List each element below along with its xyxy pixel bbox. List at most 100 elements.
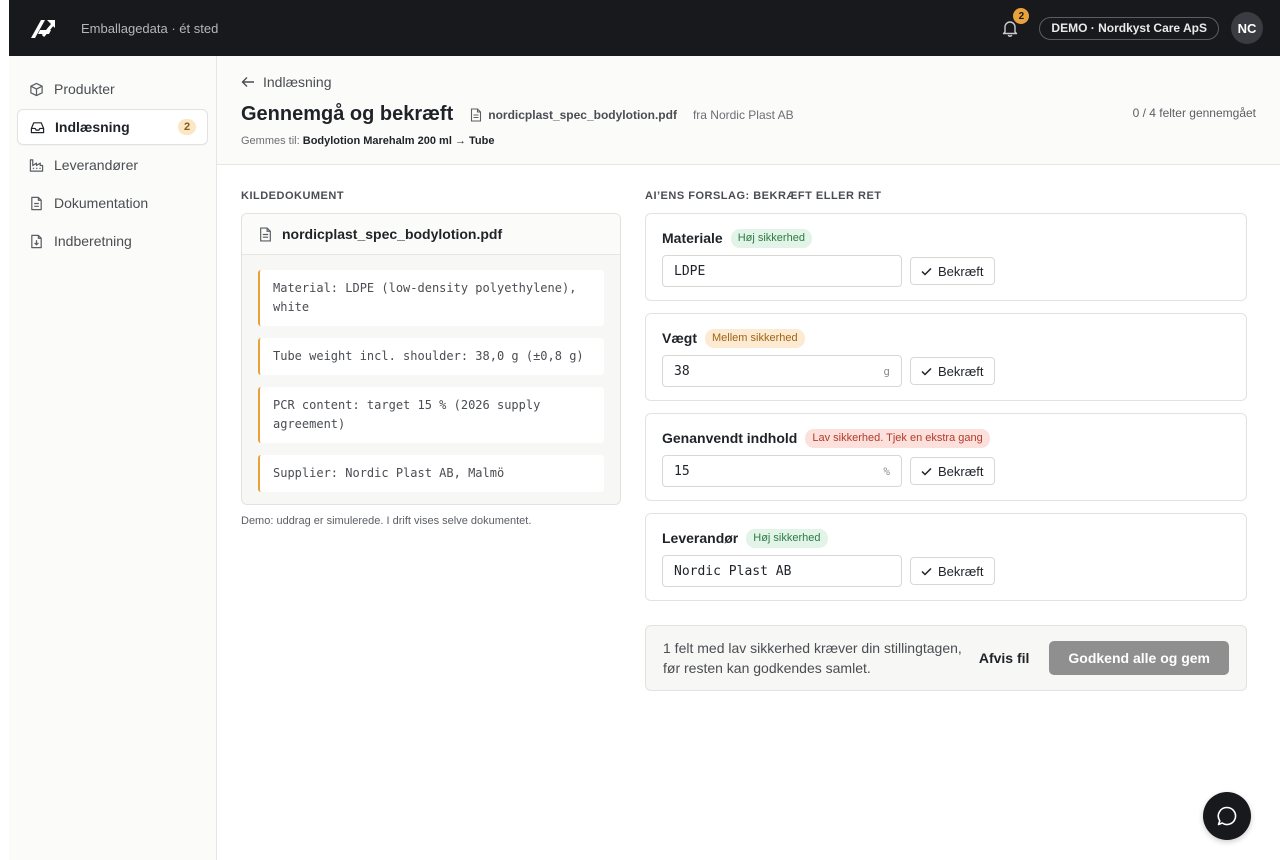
check-icon (921, 567, 932, 576)
save-target-prefix: Gemmes til: (241, 135, 300, 147)
field-row: 15 % Bekræft (662, 455, 1230, 487)
title-row: Gennemgå og bekræft nordicplast_spec_bod… (241, 103, 1256, 126)
field-row: Nordic Plast AB Bekræft (662, 555, 1230, 587)
file-download-icon (28, 233, 44, 249)
field-label: Genanvendt indhold (662, 430, 798, 446)
suggestions-panel: AI’ENS FORSLAG: BEKRÆFT ELLER RET Materi… (645, 190, 1247, 691)
sidebar-item-leverandoerer[interactable]: Leverandører (17, 147, 208, 183)
page-header: Indlæsning Gennemgå og bekræft nordicpla… (217, 56, 1280, 165)
file-name: nordicplast_spec_bodylotion.pdf (488, 107, 677, 122)
brand-logo-icon[interactable] (29, 14, 57, 42)
reject-file-button[interactable]: Afvis fil (979, 650, 1030, 666)
check-icon (921, 467, 932, 476)
field-card-genanvendt-indhold: Genanvendt indhold Lav sikkerhed. Tjek e… (645, 413, 1247, 501)
document-excerpt: Supplier: Nordic Plast AB, Malmö (258, 455, 604, 492)
sidebar-item-indberetning[interactable]: Indberetning (17, 223, 208, 259)
supplier-source: fra Nordic Plast AB (692, 107, 794, 122)
recycled-content-input[interactable]: 15 % (662, 455, 902, 487)
back-link-label: Indlæsning (263, 74, 332, 90)
sidebar-item-label: Leverandører (54, 157, 139, 173)
confirm-button[interactable]: Bekræft (910, 557, 995, 585)
confidence-badge: Høj sikkerhed (730, 228, 812, 248)
field-header: Leverandør Høj sikkerhed (662, 528, 1230, 548)
source-document-panel: KILDEDOKUMENT nordicplast_spec_bodylotio… (241, 190, 621, 527)
field-header: Materiale Høj sikkerhed (662, 228, 1230, 248)
document-icon (260, 226, 271, 242)
weight-input[interactable]: 38 g (662, 355, 902, 387)
field-card-leverandoer: Leverandør Høj sikkerhed Nordic Plast AB… (645, 513, 1247, 601)
confirm-button[interactable]: Bekræft (910, 457, 995, 485)
count-badge: 2 (178, 119, 196, 135)
input-unit: % (883, 464, 890, 478)
confirm-button[interactable]: Bekræft (910, 357, 995, 385)
inbox-icon (29, 119, 45, 135)
field-label: Vægt (662, 330, 697, 346)
document-excerpt: Tube weight incl. shoulder: 38,0 g (±0,8… (258, 338, 604, 375)
field-label: Leverandør (662, 530, 739, 546)
input-unit: g (883, 364, 890, 378)
confirm-label: Bekræft (938, 463, 984, 479)
sidebar: Produkter Indlæsning 2 Leverandører Doku… (9, 56, 217, 860)
input-value: LDPE (674, 263, 706, 279)
approve-all-button[interactable]: Godkend alle og gem (1049, 641, 1229, 675)
confirm-label: Bekræft (938, 363, 984, 379)
section-heading: KILDEDOKUMENT (241, 190, 345, 202)
input-value: 38 (674, 363, 690, 379)
top-right-controls: 2 DEMO · Nordkyst Care ApS NC (999, 8, 1263, 44)
field-card-vaegt: Vægt Mellem sikkerhed 38 g Bekræft (645, 313, 1247, 401)
field-card-materiale: Materiale Høj sikkerhed LDPE Bekræft (645, 213, 1247, 301)
material-input[interactable]: LDPE (662, 255, 902, 287)
check-icon (921, 267, 932, 276)
document-file-name: nordicplast_spec_bodylotion.pdf (282, 226, 503, 242)
supplier-input[interactable]: Nordic Plast AB (662, 555, 902, 587)
field-row: LDPE Bekræft (662, 255, 1230, 287)
notification-count-badge: 2 (1013, 8, 1030, 24)
review-progress: 0 / 4 felter gennemgået (1132, 106, 1256, 120)
confidence-badge: Lav sikkerhed. Tjek en ekstra gang (805, 428, 990, 448)
input-value: 15 (674, 463, 690, 479)
field-header: Vægt Mellem sikkerhed (662, 328, 1230, 348)
approval-message: 1 felt med lav sikkerhed kræver din stil… (663, 640, 962, 676)
document-header: nordicplast_spec_bodylotion.pdf (242, 214, 620, 255)
confirm-button[interactable]: Bekræft (910, 257, 995, 285)
confirm-label: Bekræft (938, 563, 984, 579)
file-chip[interactable]: nordicplast_spec_bodylotion.pdf (470, 108, 677, 122)
sidebar-item-indlaesning[interactable]: Indlæsning 2 (17, 109, 208, 145)
document-card: nordicplast_spec_bodylotion.pdf Material… (241, 213, 621, 505)
document-icon (471, 107, 482, 122)
sidebar-item-label: Dokumentation (54, 195, 149, 211)
check-icon (921, 367, 932, 376)
confirm-label: Bekræft (938, 263, 984, 279)
arrow-left-icon (241, 77, 254, 87)
back-link[interactable]: Indlæsning (241, 74, 1256, 90)
input-value: Nordic Plast AB (674, 563, 792, 579)
confidence-badge: Høj sikkerhed (746, 528, 828, 548)
save-target: Gemmes til: Bodylotion Marehalm 200 ml →… (241, 135, 1256, 147)
chat-button[interactable] (1203, 792, 1251, 840)
sidebar-item-label: Indlæsning (55, 119, 130, 135)
factory-icon (28, 157, 44, 173)
save-target-value: Bodylotion Marehalm 200 ml → Tube (302, 135, 495, 147)
approval-bar: 1 felt med lav sikkerhed kræver din stil… (645, 625, 1247, 691)
field-label: Materiale (662, 230, 723, 246)
avatar[interactable]: NC (1231, 12, 1263, 44)
document-excerpt: Material: LDPE (low-density polyethylene… (258, 270, 604, 326)
box-icon (28, 81, 44, 97)
field-row: 38 g Bekræft (662, 355, 1230, 387)
main-content: Indlæsning Gennemgå og bekræft nordicpla… (217, 56, 1280, 860)
document-icon (28, 195, 44, 211)
sidebar-item-produkter[interactable]: Produkter (17, 71, 208, 107)
top-bar: Emballagedata · ét sted 2 DEMO · Nordkys… (9, 0, 1280, 56)
section-heading: AI’ENS FORSLAG: BEKRÆFT ELLER RET (645, 190, 882, 202)
chat-bubble-icon (1217, 806, 1237, 826)
notifications-button[interactable]: 2 (999, 8, 1030, 39)
field-header: Genanvendt indhold Lav sikkerhed. Tjek e… (662, 428, 1230, 448)
organization-switcher[interactable]: DEMO · Nordkyst Care ApS (1039, 16, 1219, 40)
demo-note: Demo: uddrag er simulerede. I drift vise… (241, 515, 532, 527)
sidebar-item-dokumentation[interactable]: Dokumentation (17, 185, 208, 221)
document-excerpt: PCR content: target 15 % (2026 supply ag… (258, 387, 604, 443)
document-excerpts: Material: LDPE (low-density polyethylene… (242, 255, 620, 492)
page-title: Gennemgå og bekræft (241, 103, 454, 125)
app-subtitle: Emballagedata · ét sted (81, 20, 219, 36)
confidence-badge: Mellem sikkerhed (705, 328, 805, 348)
